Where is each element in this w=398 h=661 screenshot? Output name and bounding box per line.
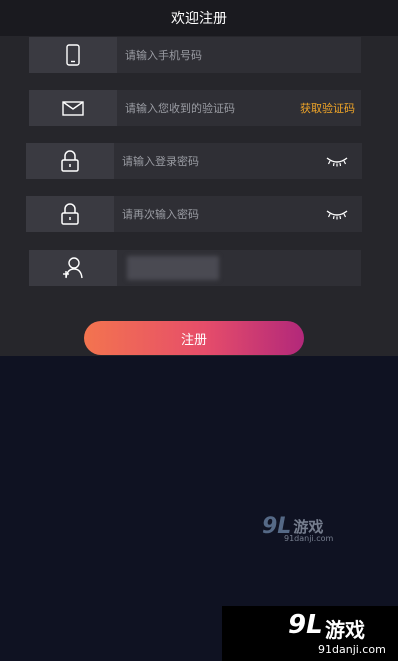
lock-icon (61, 150, 79, 172)
password-field (114, 143, 362, 179)
watermark-domain: 91danji.com (284, 534, 334, 543)
phone-input[interactable] (125, 48, 285, 62)
watermark-bottom-text: 游戏 (325, 618, 365, 642)
confirm-password-row (26, 196, 362, 232)
watermark-bottom: 9L 游戏 91danji.com (222, 606, 398, 661)
watermark: 9L 游戏 91danji.com (262, 508, 333, 544)
eye-closed-icon[interactable] (326, 207, 348, 221)
invite-field[interactable] (117, 250, 361, 286)
code-field: 获取验证码 (117, 90, 361, 126)
add-user-icon-box (29, 250, 117, 286)
code-row: 获取验证码 (29, 90, 361, 126)
watermark-bottom-domain: 91danji.com (318, 643, 386, 656)
phone-row (29, 37, 361, 73)
password-input[interactable] (122, 154, 282, 168)
mail-icon (62, 100, 84, 116)
password-row (26, 143, 362, 179)
confirm-password-field (114, 196, 362, 232)
invite-value-blurred (127, 256, 219, 280)
mail-icon-box (29, 90, 117, 126)
lock-icon (61, 203, 79, 225)
header: 欢迎注册 (0, 0, 398, 36)
lock-icon-box (26, 143, 114, 179)
phone-field (117, 37, 361, 73)
watermark-bottom-logo: 9L (288, 610, 323, 640)
lock-icon-box (26, 196, 114, 232)
register-button-label: 注册 (180, 332, 207, 348)
invite-row (29, 250, 361, 286)
register-button[interactable]: 注册 (84, 321, 304, 355)
get-code-button[interactable]: 获取验证码 (300, 100, 361, 116)
add-user-icon (63, 257, 83, 279)
phone-icon-box (29, 37, 117, 73)
code-input[interactable] (125, 101, 285, 115)
page-title: 欢迎注册 (171, 11, 227, 27)
eye-closed-icon[interactable] (326, 154, 348, 168)
phone-icon (66, 44, 80, 66)
confirm-password-input[interactable] (122, 207, 282, 221)
